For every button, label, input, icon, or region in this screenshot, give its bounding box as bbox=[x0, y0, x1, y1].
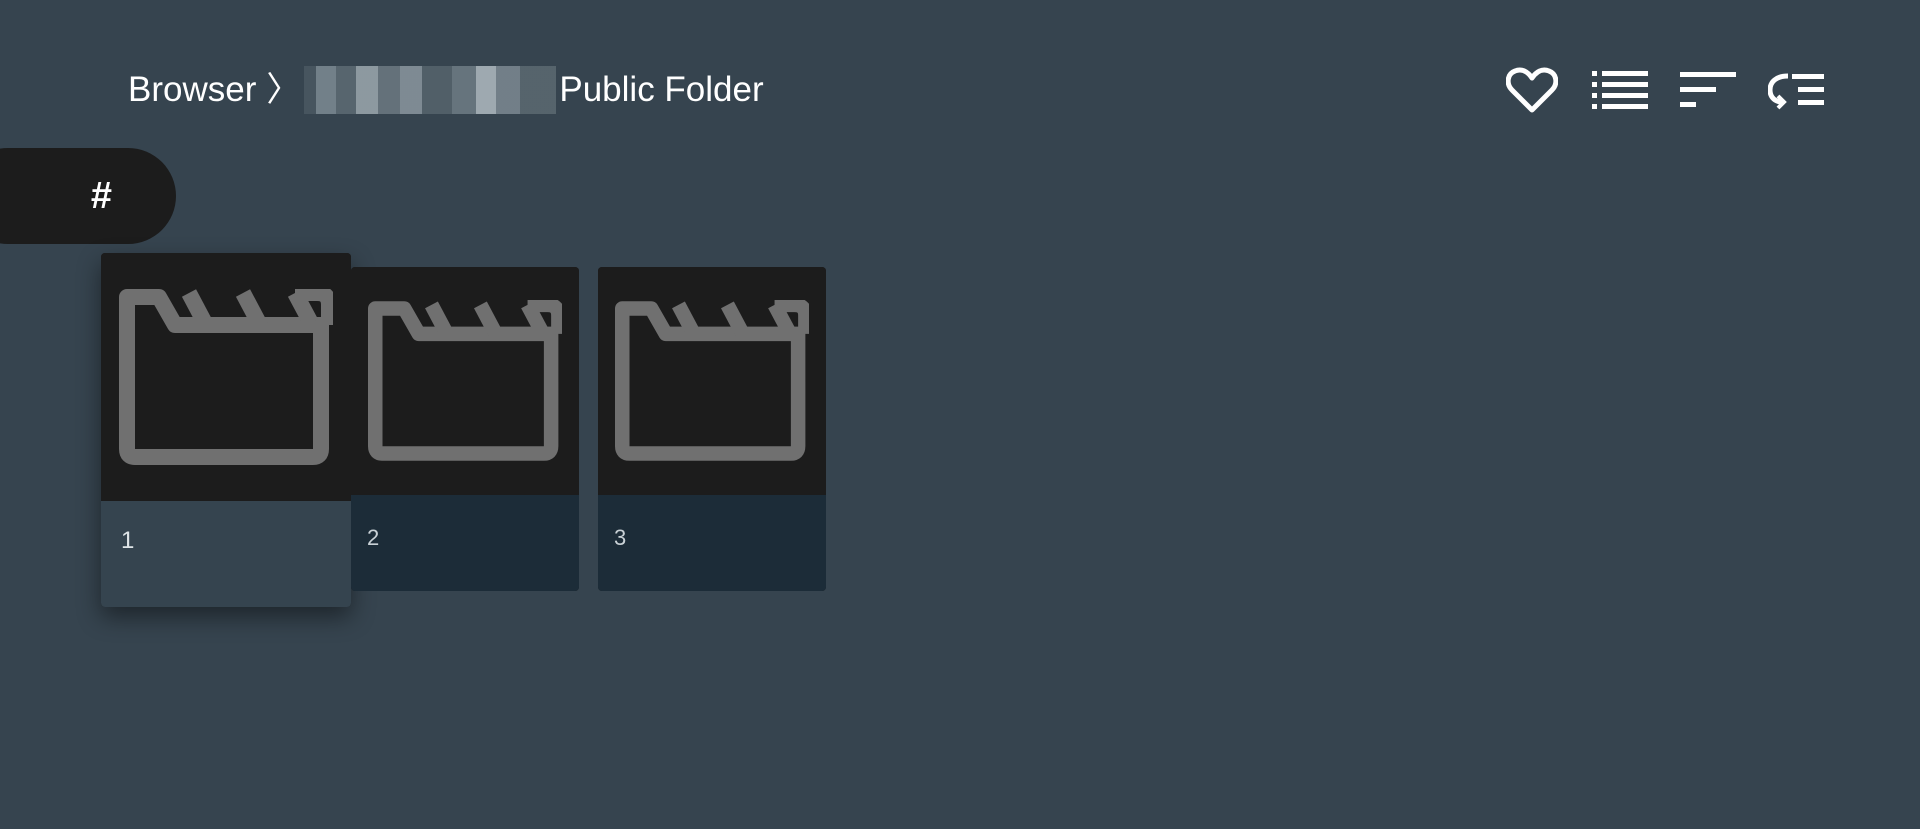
card-caption: 3 bbox=[598, 495, 826, 591]
card-thumbnail bbox=[101, 253, 351, 501]
clapperboard-icon bbox=[368, 300, 562, 461]
media-card-1[interactable]: 1 bbox=[101, 253, 351, 607]
media-card-2[interactable]: 2 bbox=[351, 267, 579, 591]
card-thumbnail bbox=[351, 267, 579, 495]
card-caption: 1 bbox=[101, 501, 351, 607]
clapperboard-icon bbox=[119, 289, 333, 465]
card-thumbnail bbox=[598, 267, 826, 495]
clapperboard-icon bbox=[615, 300, 809, 461]
media-grid: 1 2 3 bbox=[0, 0, 1920, 829]
card-caption: 2 bbox=[351, 495, 579, 591]
media-card-3[interactable]: 3 bbox=[598, 267, 826, 591]
